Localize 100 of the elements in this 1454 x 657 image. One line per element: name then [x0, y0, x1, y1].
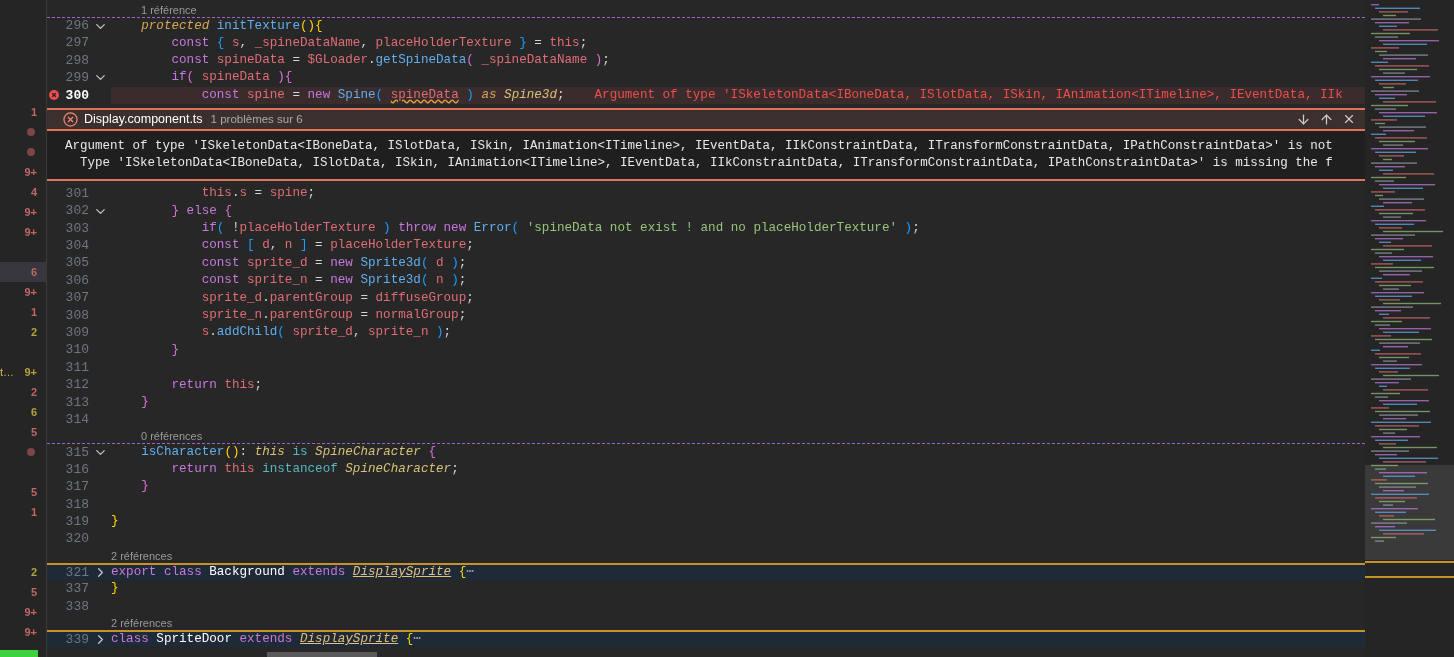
- problem-summary: 1 problèmes sur 6: [210, 111, 303, 127]
- problem-count: 1: [30, 104, 37, 120]
- problem-count: 5: [30, 484, 37, 500]
- line-number: 321: [64, 563, 89, 582]
- explorer-row[interactable]: 9+: [0, 222, 46, 242]
- explorer-row[interactable]: 1: [0, 302, 46, 322]
- code-line: sprite_n.parentGroup = normalGroup;: [200, 306, 468, 324]
- code-line: } else {: [170, 202, 233, 220]
- problem-count: 9+: [24, 164, 37, 180]
- explorer-row[interactable]: 4: [0, 182, 46, 202]
- problem-count: 2: [30, 384, 37, 400]
- error-icon: [63, 111, 78, 127]
- code-line: const sprite_d = new Sprite3d( d );: [200, 254, 468, 272]
- code-line: if( !placeHolderTexture ) throw new Error( 'spineData not exist ! and no placeHolderTexture' );: [200, 220, 921, 237]
- status-indicator: [0, 650, 38, 657]
- problem-count: 1: [30, 504, 37, 520]
- references-link[interactable]: 0 références: [141, 430, 203, 444]
- error-message-line: Type 'ISkeletonData<IBoneData, ISlotData, ISkin, IAnimation<ITimeline>, IEventData, IIkConstraintData, ITransformConstraintData, IPathConstraintData>' is missing the f: [79, 154, 1334, 172]
- code-line: isCharacter(): this is SpineCharacter {: [140, 444, 438, 461]
- problem-count: 1: [30, 304, 37, 320]
- line-number: 318: [64, 495, 89, 514]
- line-number: 319: [64, 512, 89, 531]
- inline-error-message: Argument of type 'ISkeletonData<IBoneData, ISlotData, ISkin, IAnimation<ITimeline>, IEventData, IIk: [594, 86, 1343, 104]
- line-number: 313: [64, 393, 89, 412]
- explorer-row[interactable]: 2: [0, 382, 46, 402]
- explorer-row[interactable]: 2: [0, 322, 46, 342]
- references-link[interactable]: 2 références: [111, 549, 173, 563]
- explorer-row[interactable]: 9+: [0, 202, 46, 222]
- file-name: t…: [0, 364, 15, 380]
- problem-count: 9+: [24, 224, 37, 240]
- explorer-row[interactable]: 6: [0, 262, 46, 282]
- explorer-row[interactable]: 1: [0, 102, 46, 122]
- references-link[interactable]: 1 référence: [141, 4, 197, 17]
- code-line: }: [111, 580, 120, 598]
- code-line: return this instanceof SpineCharacter;: [170, 461, 460, 479]
- references-link[interactable]: 2 références: [111, 616, 173, 630]
- explorer-row[interactable]: 9+: [0, 162, 46, 182]
- code-line: return this;: [170, 376, 264, 394]
- code-line: class SpriteDoor extends DisplaySprite {⋯: [111, 631, 422, 648]
- problem-count: 9+: [24, 364, 37, 380]
- code-line: const spineData = $GLoader.getSpineData( _spineDataName );: [170, 52, 611, 70]
- problem-count: 9+: [24, 604, 37, 620]
- problem-count: 9+: [24, 204, 37, 220]
- code-line: }: [140, 393, 150, 411]
- explorer-row[interactable]: 2: [0, 562, 46, 582]
- problem-count: 2: [30, 324, 37, 340]
- line-number: 317: [64, 478, 89, 497]
- code-line: const [ d, n ] = placeHolderTexture;: [200, 237, 475, 255]
- explorer-row[interactable]: 6: [0, 402, 46, 422]
- line-number: 314: [64, 411, 89, 429]
- peek-file-name: Display.component.ts: [84, 111, 203, 129]
- line-number: 316: [64, 460, 89, 479]
- error-message-line: Argument of type 'ISkeletonData<IBoneData, ISlotData, ISkin, IAnimation<ITimeline>, IEventData, IIkConstraintData, ITransformConstraintData, IPathConstraintData>' is not: [65, 137, 1334, 155]
- line-number: 338: [64, 597, 89, 616]
- line-number: 311: [64, 358, 89, 377]
- line-number: 296: [64, 17, 89, 36]
- line-number: 302: [64, 202, 89, 221]
- explorer-row[interactable]: 9+: [0, 602, 46, 622]
- line-number: 300: [64, 86, 89, 105]
- problem-count: 6: [30, 404, 37, 420]
- explorer-row[interactable]: 5: [0, 422, 46, 442]
- problem-count: 2: [30, 564, 37, 580]
- line-number: 320: [64, 530, 89, 549]
- explorer-row[interactable]: 5: [0, 582, 46, 602]
- line-number: 310: [64, 341, 89, 360]
- line-number: 307: [64, 289, 89, 308]
- code-line: export class Background extends DisplaySprite {⋯: [111, 564, 475, 581]
- problem-count: 9+: [24, 624, 37, 640]
- horizontal-scrollbar-thumb[interactable]: [267, 652, 377, 657]
- code-line: sprite_d.parentGroup = diffuseGroup;: [200, 289, 475, 307]
- code-line: this.s = spine;: [200, 185, 317, 203]
- code-line: const { s, _spineDataName, placeHolderTexture } = this;: [170, 34, 589, 52]
- problem-count: 4: [30, 184, 37, 200]
- code-line: const sprite_n = new Sprite3d( n );: [200, 272, 468, 290]
- explorer-row[interactable]: 9+: [0, 282, 46, 302]
- line-number: 299: [64, 69, 89, 88]
- code-line: if( spineData ){: [170, 69, 294, 87]
- line-number: 297: [64, 34, 89, 53]
- line-number: 308: [64, 306, 89, 325]
- line-number: 306: [64, 271, 89, 290]
- explorer-row[interactable]: 9+: [0, 622, 46, 642]
- code-line: }: [170, 341, 181, 359]
- explorer-row[interactable]: 1: [0, 502, 46, 522]
- arrow-down-icon: [1296, 111, 1311, 127]
- line-number: 305: [64, 254, 89, 273]
- problem-count: 6: [30, 264, 37, 280]
- line-number: 315: [64, 443, 89, 462]
- problem-count: 9+: [24, 284, 37, 300]
- line-number: 303: [64, 219, 89, 238]
- explorer-row[interactable]: 5: [0, 482, 46, 502]
- line-number: 312: [64, 376, 89, 395]
- line-number: 301: [64, 184, 89, 203]
- line-number: 337: [64, 580, 89, 599]
- line-number: 298: [64, 51, 89, 70]
- explorer-row[interactable]: t… 9+: [0, 362, 46, 382]
- line-number: 304: [64, 237, 89, 256]
- problem-count: 5: [30, 424, 37, 440]
- code-line: protected initTexture(){: [140, 18, 324, 35]
- problem-count: 5: [30, 584, 37, 600]
- line-number: 339: [64, 630, 89, 649]
